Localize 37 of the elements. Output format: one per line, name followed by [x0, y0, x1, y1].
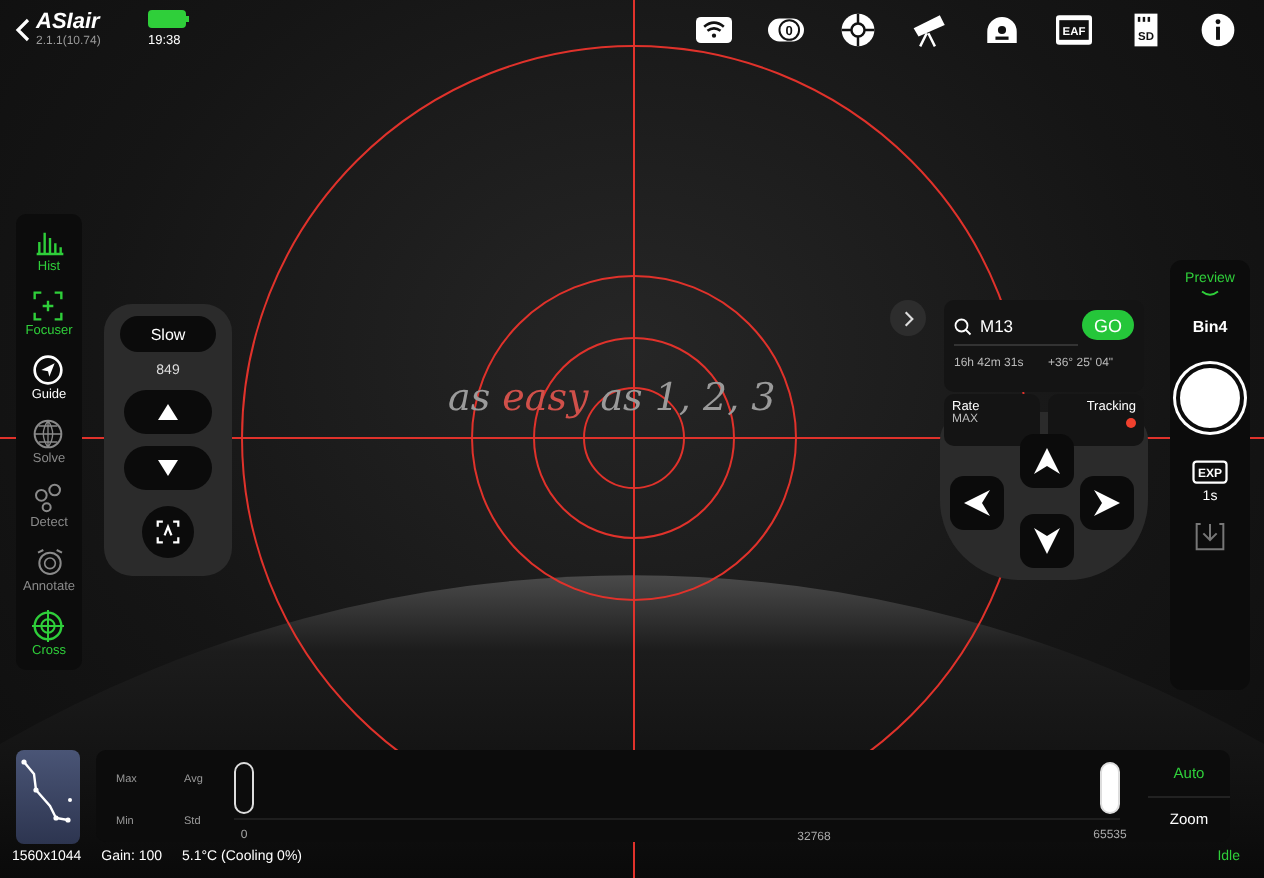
right-arrow-icon [1094, 490, 1120, 516]
down-arrow-button[interactable] [1020, 514, 1074, 568]
autofocus-icon [156, 520, 180, 544]
binning-text: Bin4 [1192, 318, 1228, 336]
info-icon[interactable] [1196, 12, 1240, 48]
low-level-handle[interactable] [234, 762, 254, 814]
circles-icon [32, 482, 65, 514]
crosshair-icon [32, 610, 65, 642]
down-triangle-icon [158, 460, 178, 476]
up-arrow-icon [1034, 448, 1060, 474]
high-level-handle[interactable] [1100, 762, 1120, 814]
right-arrow-button[interactable] [1080, 476, 1134, 530]
speed-button[interactable]: Slow [120, 316, 216, 352]
chevron-down-icon [1200, 290, 1220, 298]
target-search-field[interactable]: M13 [954, 308, 1078, 346]
back-icon[interactable] [12, 16, 32, 44]
up-triangle-icon [158, 404, 178, 420]
down-button[interactable] [124, 446, 212, 490]
search-icon [954, 317, 972, 335]
wifi-icon[interactable] [692, 12, 736, 48]
left-arrow-button[interactable] [950, 476, 1004, 530]
focus-frame-icon [32, 290, 65, 322]
target-icon[interactable] [836, 12, 880, 48]
chevron-right-icon [903, 309, 913, 327]
autofocus-button[interactable] [142, 506, 194, 558]
down-arrow-icon [1034, 528, 1060, 554]
download-icon[interactable] [1194, 520, 1226, 552]
shutter-button[interactable] [1176, 364, 1244, 432]
app-logo: ASIair [36, 9, 103, 33]
battery-icon [148, 10, 190, 28]
left-arrow-icon [964, 490, 990, 516]
constellation-thumbnail[interactable] [16, 750, 80, 844]
up-arrow-button[interactable] [1020, 434, 1074, 488]
navigation-icon [32, 354, 65, 386]
up-button[interactable] [124, 390, 212, 434]
globe-icon [32, 418, 65, 450]
annotate-icon [33, 546, 65, 578]
